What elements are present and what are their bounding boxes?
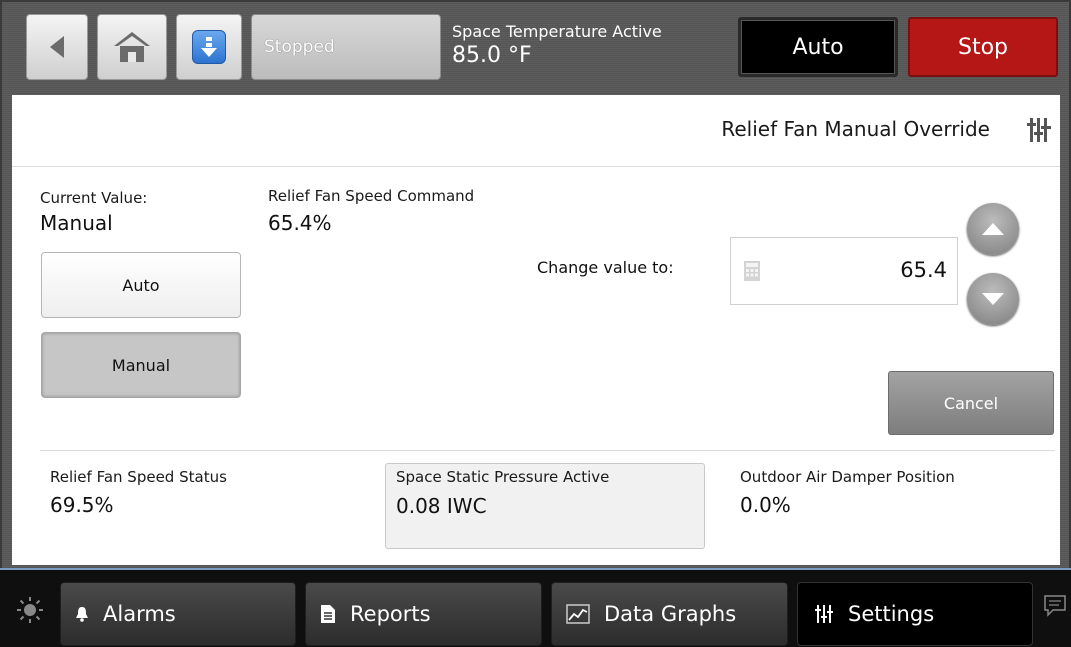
auto-mode-button[interactable]: Auto — [738, 17, 898, 77]
value-input-text: 65.4 — [900, 258, 947, 282]
download-icon — [192, 30, 226, 64]
bell-icon — [75, 606, 89, 622]
document-icon — [320, 604, 336, 624]
line-chart-icon — [566, 604, 590, 624]
current-value: Manual — [40, 211, 113, 235]
space-static-pressure-label: Space Static Pressure Active — [396, 468, 610, 486]
decrement-button[interactable] — [967, 273, 1019, 325]
space-static-pressure-value: 0.08 IWC — [396, 494, 487, 518]
system-status-button[interactable]: Stopped — [251, 14, 441, 80]
nav-reports-label: Reports — [350, 602, 431, 626]
home-button[interactable] — [97, 14, 167, 80]
page-title: Relief Fan Manual Override — [721, 117, 990, 141]
download-button[interactable] — [176, 14, 242, 80]
nav-data-graphs-button[interactable]: Data Graphs — [551, 582, 788, 646]
divider — [40, 450, 1055, 451]
space-temperature-readout: Space Temperature Active 85.0 °F — [452, 22, 662, 68]
chevron-down-icon — [982, 293, 1004, 305]
change-value-label: Change value to: — [537, 258, 674, 277]
relief-fan-speed-status-label: Relief Fan Speed Status — [50, 468, 227, 486]
chat-icon[interactable] — [1043, 594, 1067, 618]
manual-button[interactable]: Manual — [41, 332, 241, 398]
bottom-nav-bar: Alarms Reports Data Graphs Settings — [0, 568, 1071, 647]
nav-settings-button[interactable]: Settings — [797, 582, 1033, 646]
sliders-icon — [1027, 118, 1051, 142]
space-temperature-value: 85.0 °F — [452, 43, 532, 68]
space-static-pressure-tile[interactable]: Space Static Pressure Active 0.08 IWC — [385, 463, 705, 549]
space-temperature-label: Space Temperature Active — [452, 22, 662, 41]
nav-alarms-label: Alarms — [103, 602, 176, 626]
back-arrow-icon — [50, 36, 64, 58]
sun-icon[interactable] — [16, 596, 44, 624]
chevron-up-icon — [982, 223, 1004, 235]
back-button[interactable] — [26, 14, 88, 80]
sliders-icon — [814, 604, 834, 624]
increment-button[interactable] — [967, 203, 1019, 255]
command-value: 65.4% — [268, 211, 332, 235]
home-icon — [114, 32, 150, 62]
nav-data-graphs-label: Data Graphs — [604, 602, 737, 626]
value-input[interactable]: 65.4 — [730, 237, 958, 305]
nav-alarms-button[interactable]: Alarms — [60, 582, 296, 646]
panel-header: Relief Fan Manual Override — [12, 95, 1060, 167]
nav-reports-button[interactable]: Reports — [305, 582, 542, 646]
override-panel: Relief Fan Manual Override Current Value… — [12, 95, 1060, 565]
auto-button[interactable]: Auto — [41, 252, 241, 318]
current-value-label: Current Value: — [40, 189, 148, 207]
nav-settings-label: Settings — [848, 602, 935, 626]
relief-fan-speed-status-value: 69.5% — [50, 493, 114, 517]
outdoor-air-damper-value: 0.0% — [740, 493, 791, 517]
command-label: Relief Fan Speed Command — [268, 187, 475, 205]
cancel-button[interactable]: Cancel — [888, 371, 1054, 435]
outdoor-air-damper-label: Outdoor Air Damper Position — [740, 468, 955, 486]
calculator-icon — [744, 261, 760, 281]
stop-button[interactable]: Stop — [908, 17, 1058, 77]
